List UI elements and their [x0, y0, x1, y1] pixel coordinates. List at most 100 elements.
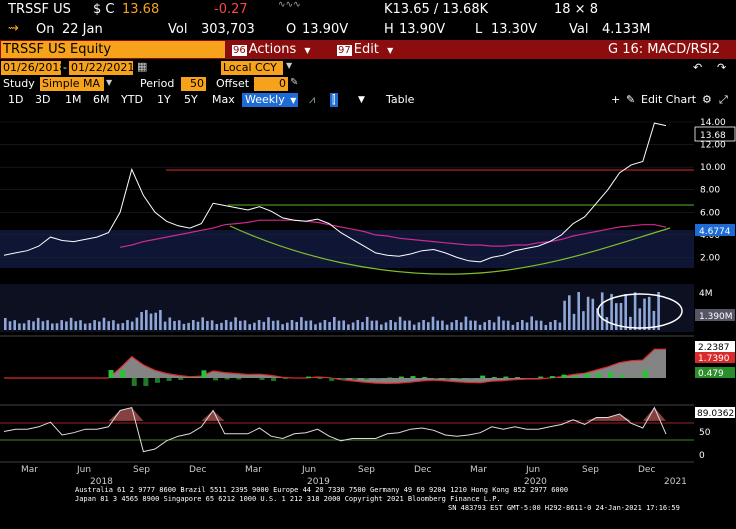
volume-bar	[582, 311, 585, 330]
actions-menu-button[interactable]: 96 Actions ▼	[232, 41, 311, 58]
volume-bar	[300, 317, 303, 330]
actions-menu-label: Actions	[248, 42, 297, 57]
study-type-dropdown-icon[interactable]: ▼	[106, 78, 112, 87]
expand-icon[interactable]: ⤢	[719, 93, 728, 107]
undo-icon[interactable]: ↶	[693, 61, 702, 74]
macd-histogram-bar	[364, 378, 370, 380]
range-6m[interactable]: 6M	[93, 93, 110, 107]
volume-bar	[323, 320, 327, 330]
macd-histogram-bar	[503, 376, 509, 378]
volume-bar	[502, 320, 505, 330]
offset-input[interactable]: 0	[254, 77, 288, 91]
volume-bar	[586, 296, 590, 330]
quote-date: 22 Jan	[62, 22, 103, 37]
volume-bar	[389, 320, 392, 330]
date-separator: -	[63, 61, 67, 74]
frequency-label: Weekly	[245, 93, 285, 106]
study-type-select[interactable]: Simple MA	[40, 77, 104, 91]
volume-bar	[347, 324, 350, 330]
pencil-icon[interactable]: ✎	[290, 77, 298, 88]
edit-menu-button[interactable]: 97 Edit ▼	[337, 41, 393, 58]
volume-bar	[41, 321, 45, 330]
range-5y[interactable]: 5Y	[184, 93, 198, 107]
macd-histogram-bar	[178, 378, 184, 380]
last-price-tag: 13.68	[700, 131, 726, 141]
volume-bar	[394, 322, 397, 330]
macd-histogram-bar	[236, 378, 242, 380]
range-max[interactable]: Max	[212, 93, 235, 107]
add-icon[interactable]: +	[611, 93, 620, 107]
volume-bar	[18, 323, 21, 330]
volume-bar	[83, 323, 87, 330]
macd-histogram-bar	[120, 370, 126, 378]
volume-bar	[408, 320, 411, 330]
volume-bar	[27, 320, 31, 330]
candle-chart-icon[interactable]: ⫿	[330, 93, 338, 107]
period-input[interactable]: 50	[181, 77, 206, 91]
volume-bar	[60, 320, 63, 330]
security-input[interactable]: TRSSF US Equity	[1, 41, 225, 58]
volume-bar	[112, 320, 115, 330]
currency-dropdown-icon[interactable]: ▼	[286, 61, 292, 70]
volume-bar	[488, 320, 491, 330]
value-label: Val	[569, 22, 589, 37]
macd-tag-2: 1.7390	[698, 354, 730, 364]
macd-histogram-bar	[422, 377, 428, 378]
range-ytd[interactable]: YTD	[121, 93, 143, 107]
gear-icon[interactable]: ⚙	[702, 93, 712, 107]
volume-bar	[196, 321, 200, 330]
offset-label: Offset	[216, 77, 250, 90]
macd-histogram-bar	[515, 377, 521, 378]
calendar-icon[interactable]: ▦	[137, 60, 147, 73]
macd-histogram-bar	[189, 377, 195, 378]
frequency-select[interactable]: Weekly ▼	[242, 93, 298, 107]
macd-histogram-bar	[108, 370, 114, 378]
sparkline-icon: ∿∿∿	[278, 0, 301, 10]
ma-tag: 4.6774	[699, 227, 731, 237]
volume-bar	[74, 321, 78, 330]
price-chart[interactable]: 14.0012.0010.008.006.004.002.00 13.68 4.…	[0, 108, 736, 529]
volume-bar	[450, 322, 454, 330]
chart-type-dropdown-icon[interactable]: ▼	[358, 93, 365, 107]
ticker-symbol[interactable]: TRSSF US	[8, 2, 71, 17]
bid-ask: K13.65 / 13.68K	[384, 2, 489, 17]
volume-bar	[422, 320, 425, 330]
trend-icon: ⇝	[8, 21, 19, 36]
open-label: O	[286, 22, 297, 37]
range-1y[interactable]: 1Y	[157, 93, 171, 107]
table-button[interactable]: Table	[386, 93, 414, 107]
currency-select[interactable]: Local CCY	[221, 61, 283, 75]
volume-bar	[295, 321, 298, 330]
edit-menu-label: Edit	[353, 42, 379, 57]
volume-bar	[206, 320, 209, 330]
macd-histogram-bar	[213, 378, 219, 381]
edit-chart-button[interactable]: Edit Chart	[641, 93, 696, 107]
price-axis-label: 2.00	[700, 253, 720, 263]
range-1m[interactable]: 1M	[65, 93, 82, 107]
volume-bar	[474, 320, 477, 330]
volume-bar	[290, 320, 294, 330]
line-chart-icon[interactable]: ⩘	[309, 93, 315, 107]
volume-bar	[79, 320, 82, 330]
range-1d[interactable]: 1D	[8, 93, 23, 107]
quote-detail-bar: ⇝ On 22 Jan Vol 303,703 O 13.90V H 13.90…	[0, 20, 736, 40]
volume-bar	[130, 321, 134, 330]
price-axis-label: 12.00	[700, 141, 726, 151]
volume-bar	[549, 322, 552, 330]
price-axis-label: 10.00	[700, 163, 726, 173]
volume-bar	[380, 324, 383, 330]
volume-bar	[224, 320, 228, 330]
volume-bar	[365, 316, 369, 330]
redo-icon[interactable]: ↷	[717, 61, 726, 74]
start-date-input[interactable]: 01/26/2018	[1, 61, 66, 75]
chart-template-label[interactable]: G 16: MACD/RSI2	[608, 41, 720, 58]
volume-bar	[535, 320, 538, 330]
volume-bar	[154, 312, 157, 330]
volume-bar	[69, 317, 73, 330]
pencil-icon[interactable]: ✎	[626, 93, 635, 107]
volume-bar	[239, 320, 242, 330]
time-axis-month-label: Jun	[301, 465, 316, 475]
range-3d[interactable]: 3D	[35, 93, 50, 107]
end-date-input[interactable]: 01/22/2021	[69, 61, 134, 75]
macd-histogram-bar	[538, 376, 544, 378]
